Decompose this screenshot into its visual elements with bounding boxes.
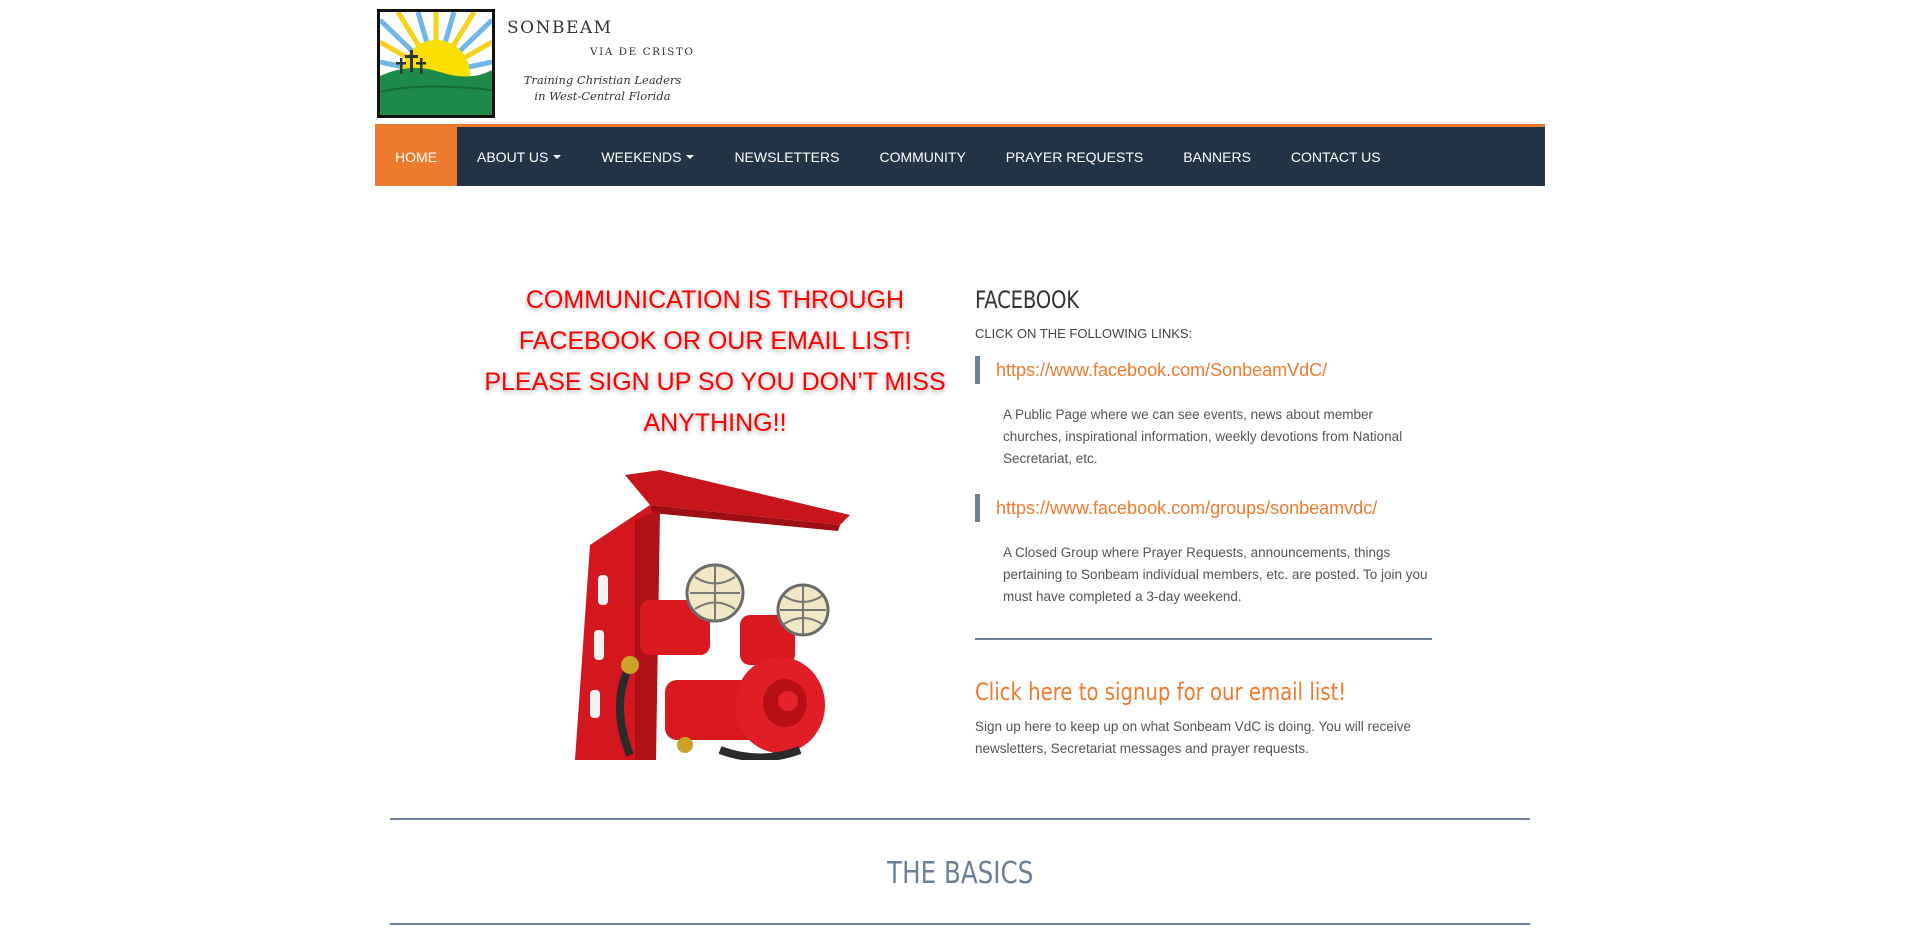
- section-divider: [975, 638, 1432, 640]
- caret-down-icon: [686, 154, 695, 159]
- basics-top-divider: [390, 818, 1530, 820]
- facebook-page-link[interactable]: https://www.facebook.com/SonbeamVdC/: [975, 356, 1327, 384]
- nav-item-community[interactable]: COMMUNITY: [859, 127, 985, 186]
- nav-item-about-us[interactable]: ABOUT US: [457, 127, 581, 186]
- tagline-line-2: in West-Central Florida: [534, 89, 671, 103]
- page: SONBEAM VIA DE CRISTO Training Christian…: [0, 0, 1920, 937]
- promo-line-4: ANYTHING!!: [643, 409, 787, 437]
- nav-item-weekends[interactable]: WEEKENDS: [581, 127, 714, 186]
- nav-item-label: BANNERS: [1183, 148, 1251, 165]
- site-logo[interactable]: [377, 9, 495, 118]
- basics-heading-text: THE BASICS: [886, 856, 1034, 891]
- alarm-station-image: [575, 470, 850, 760]
- tagline-line-1: Training Christian Leaders: [523, 73, 682, 87]
- nav-item-contact-us[interactable]: CONTACT US: [1271, 127, 1401, 186]
- basics-bottom-divider: [390, 923, 1530, 925]
- brand-subtitle: VIA DE CRISTO: [590, 46, 695, 58]
- nav-item-label: NEWSLETTERS: [734, 148, 840, 165]
- brand-name: SONBEAM: [507, 18, 613, 38]
- promo-line-1: COMMUNICATION IS THROUGH: [525, 286, 905, 314]
- caret-down-icon: [553, 154, 562, 159]
- nav-item-label: ABOUT US: [477, 148, 549, 165]
- nav-item-label: HOME: [395, 148, 437, 165]
- main-nav: HOME ABOUT US WEEKENDS NEWSLETTERS COMMU…: [375, 124, 1545, 186]
- promo-line-2: FACEBOOK OR OUR EMAIL LIST!: [518, 327, 912, 355]
- nav-item-label: WEEKENDS: [601, 148, 682, 165]
- basics-heading: THE BASICS: [390, 856, 1530, 891]
- nav-item-home[interactable]: HOME: [375, 127, 457, 186]
- nav-item-label: PRAYER REQUESTS: [1005, 148, 1144, 165]
- promo-message: COMMUNICATION IS THROUGH FACEBOOK OR OUR…: [480, 280, 950, 444]
- brand-tagline: Training Christian Leaders in West-Centr…: [520, 72, 685, 104]
- facebook-group-link[interactable]: https://www.facebook.com/groups/sonbeamv…: [975, 494, 1377, 522]
- facebook-subheading: CLICK ON THE FOLLOWING LINKS:: [975, 326, 1193, 341]
- sunrise-cross-logo-icon: [380, 12, 492, 115]
- facebook-heading: FACEBOOK: [975, 286, 1079, 314]
- email-signup-description: Sign up here to keep up on what Sonbeam …: [975, 719, 1412, 756]
- promo-line-3: PLEASE SIGN UP SO YOU DON’T MISS: [484, 368, 946, 396]
- nav-item-label: COMMUNITY: [879, 148, 966, 165]
- nav-item-prayer-requests[interactable]: PRAYER REQUESTS: [986, 127, 1163, 186]
- nav-item-label: CONTACT US: [1290, 148, 1381, 165]
- nav-item-banners[interactable]: BANNERS: [1163, 127, 1271, 186]
- nav-item-newsletters[interactable]: NEWSLETTERS: [714, 127, 859, 186]
- email-signup-link[interactable]: Click here to signup for our email list!: [975, 678, 1346, 706]
- facebook-page-description: A Public Page where we can see events, n…: [1003, 407, 1403, 466]
- facebook-group-description: A Closed Group where Prayer Requests, an…: [1003, 545, 1428, 604]
